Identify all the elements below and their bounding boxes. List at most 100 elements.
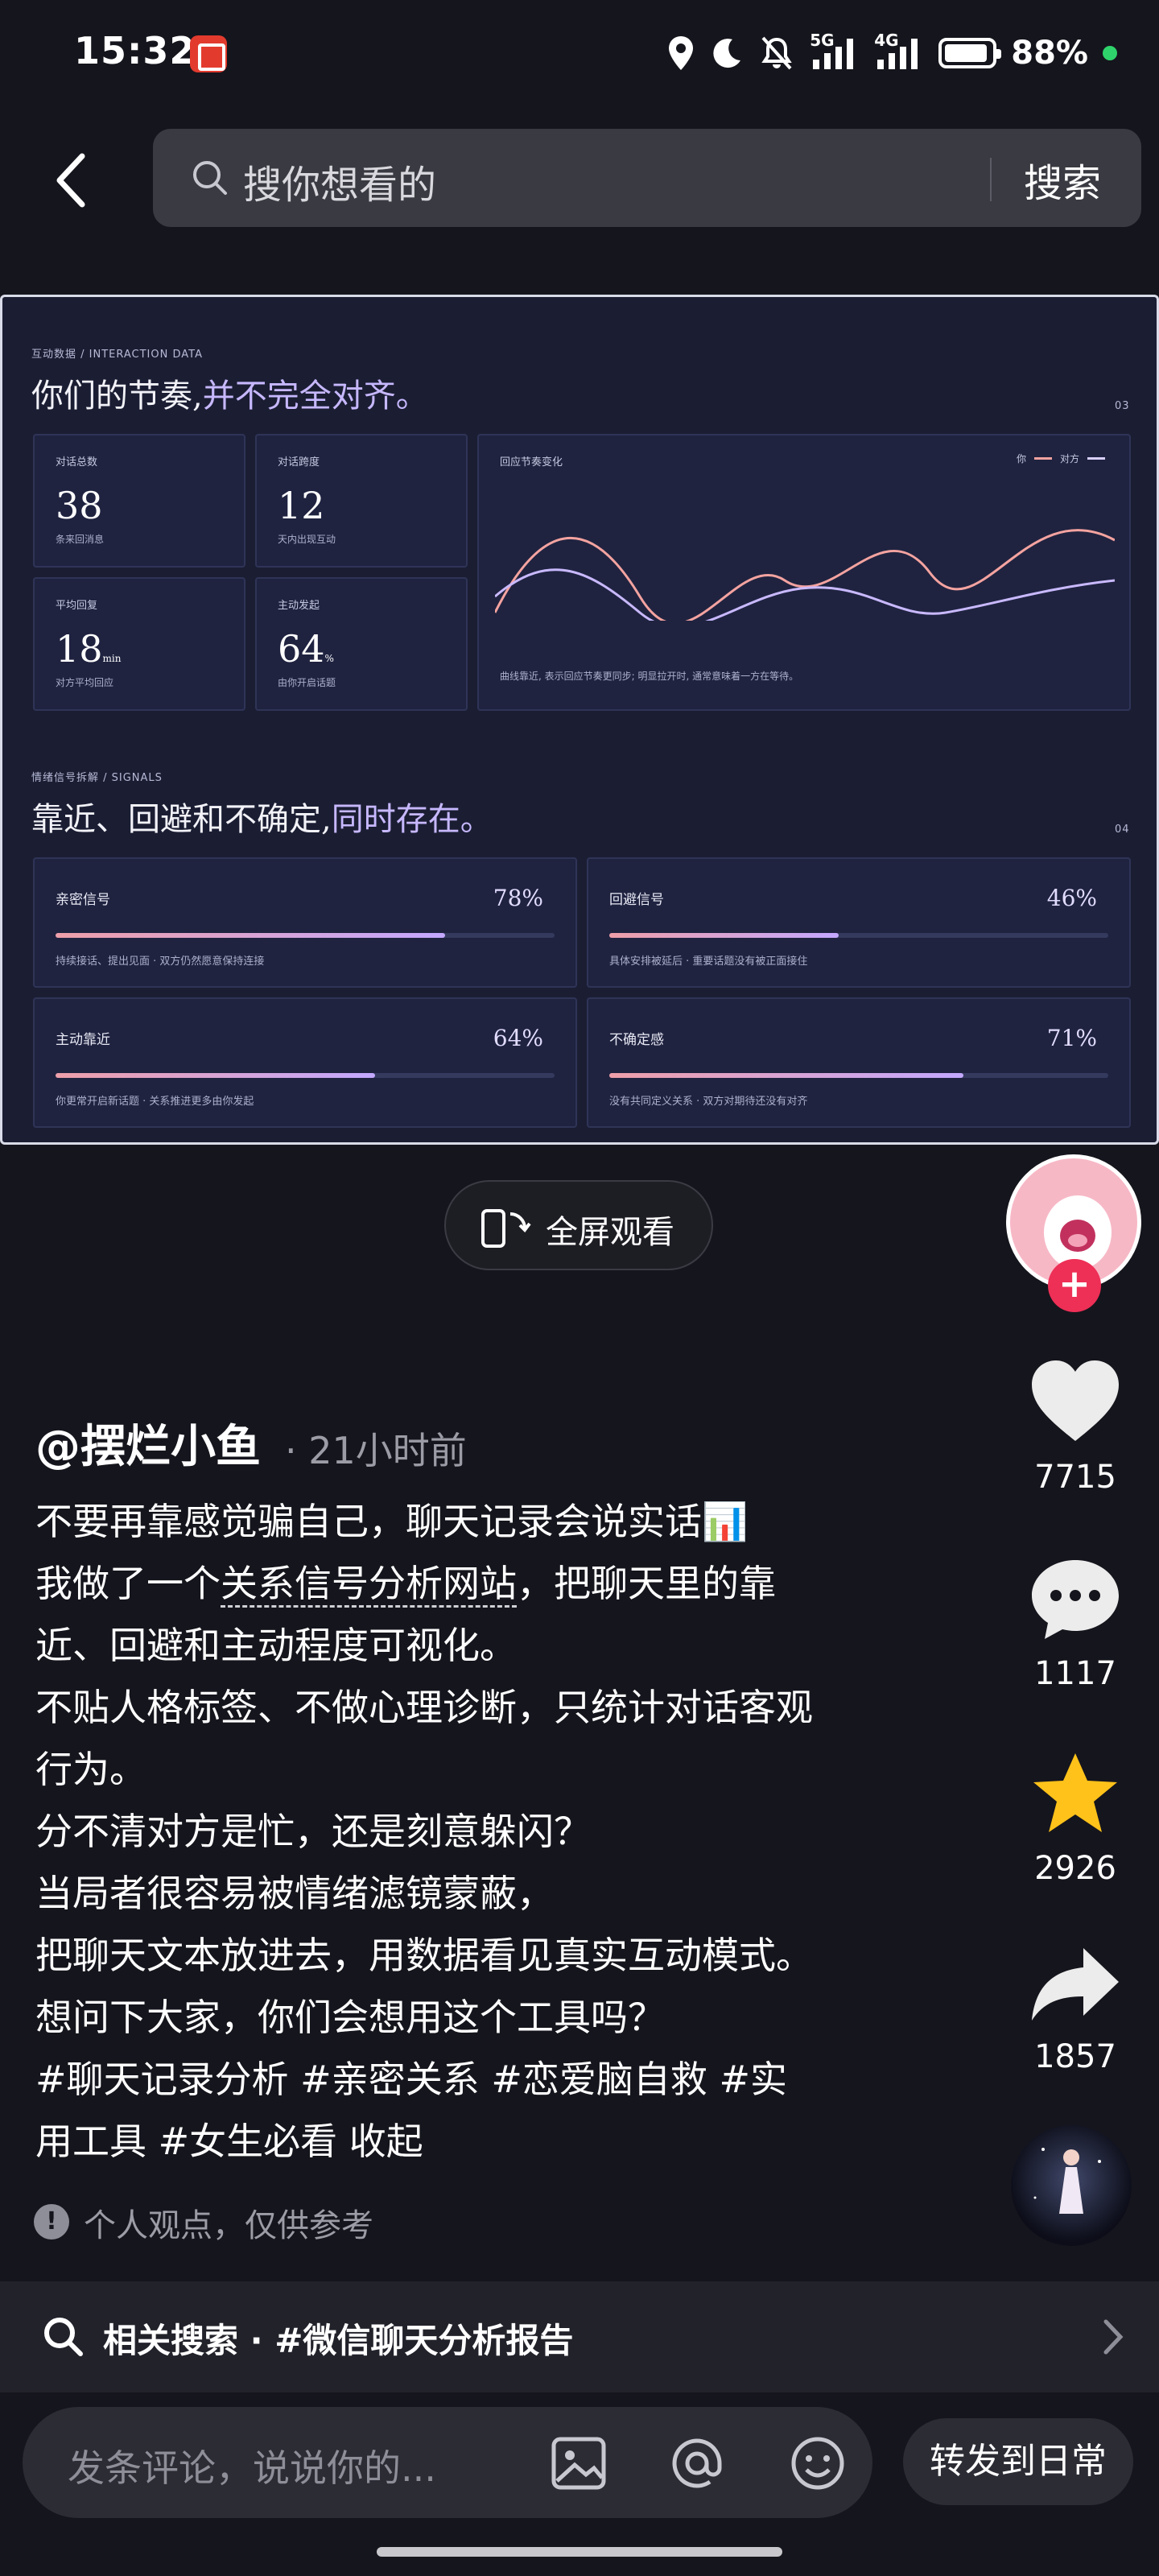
caption-line: 不要再靠感觉骗自己，聊天记录会说实话📊 — [35, 1500, 749, 1543]
section-tag-interaction: 互动数据 / INTERACTION DATA — [31, 349, 203, 361]
legend-swatch-you — [1033, 457, 1052, 460]
comment-count: 1117 — [1034, 1655, 1116, 1692]
rhythm-chart-card: 回应节奏变化 你 对方 曲线靠近, 表示回应节奏更同步; 明显拉开时, 通常意味… — [477, 434, 1131, 711]
signal-percent: 64% — [493, 1025, 543, 1051]
caption-hashtags[interactable]: 用工具 #女生必看 — [35, 2120, 337, 2163]
stat-value: 38 — [56, 484, 103, 527]
stat-label: 主动发起 — [278, 600, 320, 612]
caption-line: 分不清对方是忙，还是刻意躲闪？ — [35, 1810, 591, 1853]
section-tag-signals: 情绪信号拆解 / SIGNALS — [31, 772, 163, 784]
search-divider — [990, 158, 992, 201]
signal-desc: 你更常开启新话题 · 关系推进更多由你发起 — [56, 1096, 254, 1108]
stat-label: 对话总数 — [56, 456, 98, 469]
emoji-icon[interactable] — [787, 2433, 848, 2494]
signal-track — [609, 1073, 1108, 1078]
caption-line: 不贴人格标签、不做心理诊断，只统计对话客观 — [35, 1686, 813, 1729]
net-label-5g: 5G — [810, 31, 835, 50]
stat-card: 对话跨度 12 天内出现互动 — [255, 434, 468, 568]
section-title-accent: 并不完全对齐。 — [202, 378, 428, 415]
privacy-indicator — [1103, 46, 1117, 60]
section-title-main: 靠近、回避和不确定, — [31, 801, 332, 838]
mention-icon[interactable] — [666, 2433, 728, 2494]
signal-track — [609, 933, 1108, 938]
music-disc[interactable] — [1011, 2125, 1132, 2246]
opinion-notice: 个人观点，仅供参考 — [84, 2207, 373, 2244]
rhythm-legend: 你 对方 — [1017, 452, 1105, 465]
search-icon — [40, 2314, 85, 2359]
moon-icon — [710, 35, 744, 71]
stat-label: 平均回复 — [56, 600, 98, 612]
caption-line: 近、回避和主动程度可视化。 — [35, 1624, 517, 1667]
repost-button[interactable]: 转发到日常 — [903, 2418, 1133, 2505]
comment-icon[interactable] — [1027, 1555, 1124, 1644]
app-notification-icon — [190, 35, 227, 72]
mute-icon — [758, 35, 795, 71]
section-title-rhythm: 你们的节奏,并不完全对齐。 — [31, 369, 428, 416]
comment-placeholder: 发条评论，说说你的... — [68, 2446, 436, 2490]
favorite-count: 2926 — [1034, 1850, 1116, 1887]
signal-percent: 46% — [1046, 885, 1097, 911]
related-search-text: 相关搜索 · #微信聊天分析报告 — [103, 2321, 574, 2360]
home-indicator[interactable] — [377, 2547, 782, 2557]
caption-line: 当局者很容易被情绪滤镜蒙蔽， — [35, 1872, 554, 1915]
fullscreen-label: 全屏观看 — [546, 1214, 674, 1251]
status-time: 15:32 — [74, 29, 196, 72]
signal-card: 亲密信号 78% 持续接话、提出见面 · 双方仍然愿意保持连接 — [33, 857, 577, 988]
search-button[interactable]: 搜索 — [1024, 151, 1101, 208]
signal-desc: 没有共同定义关系 · 双方对期待还没有对齐 — [609, 1096, 808, 1108]
post-time: · 21小时前 — [285, 1429, 467, 1472]
signal-track — [56, 1073, 555, 1078]
stat-note: 由你开启话题 — [278, 677, 336, 688]
section-title-signals: 靠近、回避和不确定,同时存在。 — [31, 793, 493, 840]
signal-fill — [609, 1073, 964, 1078]
share-icon[interactable] — [1027, 1940, 1124, 2029]
signal-fill — [609, 933, 839, 938]
signal-title: 回避信号 — [609, 892, 664, 908]
stat-card: 主动发起 64% 由你开启话题 — [255, 577, 468, 711]
caption-link[interactable]: 关系信号分析网站 — [221, 1562, 517, 1608]
author-name[interactable]: @摆烂小鱼 — [35, 1410, 261, 1476]
post-caption: 不要再靠感觉骗自己，聊天记录会说实话📊 我做了一个关系信号分析网站，把聊天里的靠… — [35, 1491, 921, 2173]
rhythm-note: 曲线靠近, 表示回应节奏更同步; 明显拉开时, 通常意味着一方在等待。 — [500, 671, 799, 682]
curve-other — [495, 568, 1115, 621]
location-icon — [666, 35, 695, 71]
video-player[interactable]: 互动数据 / INTERACTION DATA 你们的节奏,并不完全对齐。 03… — [0, 295, 1159, 1145]
signal-title: 不确定感 — [609, 1032, 664, 1048]
section-index-04: 04 — [1115, 824, 1130, 836]
stat-value: 12 — [278, 484, 325, 527]
stat-note: 条来回消息 — [56, 534, 105, 545]
signal-title: 主动靠近 — [56, 1032, 110, 1048]
signal-fill — [56, 933, 445, 938]
caption-hashtags[interactable]: #聊天记录分析 #亲密关系 #恋爱脑自救 #实 — [35, 2049, 921, 2111]
signal-title: 亲密信号 — [56, 892, 110, 908]
section-title-main: 你们的节奏, — [31, 378, 203, 415]
battery-percent: 88% — [1011, 35, 1088, 72]
stat-label: 对话跨度 — [278, 456, 320, 469]
search-placeholder: 搜你想看的 — [243, 163, 437, 208]
follow-button[interactable]: + — [1048, 1259, 1101, 1312]
star-icon[interactable] — [1027, 1750, 1124, 1839]
rhythm-title: 回应节奏变化 — [500, 456, 563, 469]
signal-4g-icon: 4G — [874, 31, 924, 71]
signal-card: 不确定感 71% 没有共同定义关系 · 双方对期待还没有对齐 — [587, 997, 1131, 1128]
share-count: 1857 — [1034, 2038, 1116, 2075]
signal-desc: 具体安排被延后 · 重要话题没有被正面接住 — [609, 956, 808, 968]
battery-icon — [938, 35, 1002, 71]
stat-note: 天内出现互动 — [278, 534, 336, 545]
signal-5g-icon: 5G — [810, 31, 860, 71]
chevron-right-icon — [1101, 2317, 1125, 2357]
like-icon[interactable] — [1027, 1357, 1124, 1446]
stat-value: 18min — [56, 627, 122, 671]
signal-fill — [56, 1073, 375, 1078]
net-label-4g: 4G — [874, 31, 899, 50]
signal-desc: 持续接话、提出见面 · 双方仍然愿意保持连接 — [56, 956, 265, 968]
signal-track — [56, 933, 555, 938]
caption-line: 用工具 #女生必看 收起 — [35, 2111, 921, 2173]
back-icon[interactable] — [50, 151, 95, 209]
caption-line: 把聊天文本放进去，用数据看见真实互动模式。 — [35, 1934, 813, 1977]
stat-note: 对方平均回应 — [56, 677, 114, 688]
image-icon[interactable] — [549, 2433, 610, 2494]
stat-card: 对话总数 38 条来回消息 — [33, 434, 245, 568]
section-index-03: 03 — [1115, 400, 1130, 412]
collapse-button[interactable]: 收起 — [349, 2120, 423, 2163]
